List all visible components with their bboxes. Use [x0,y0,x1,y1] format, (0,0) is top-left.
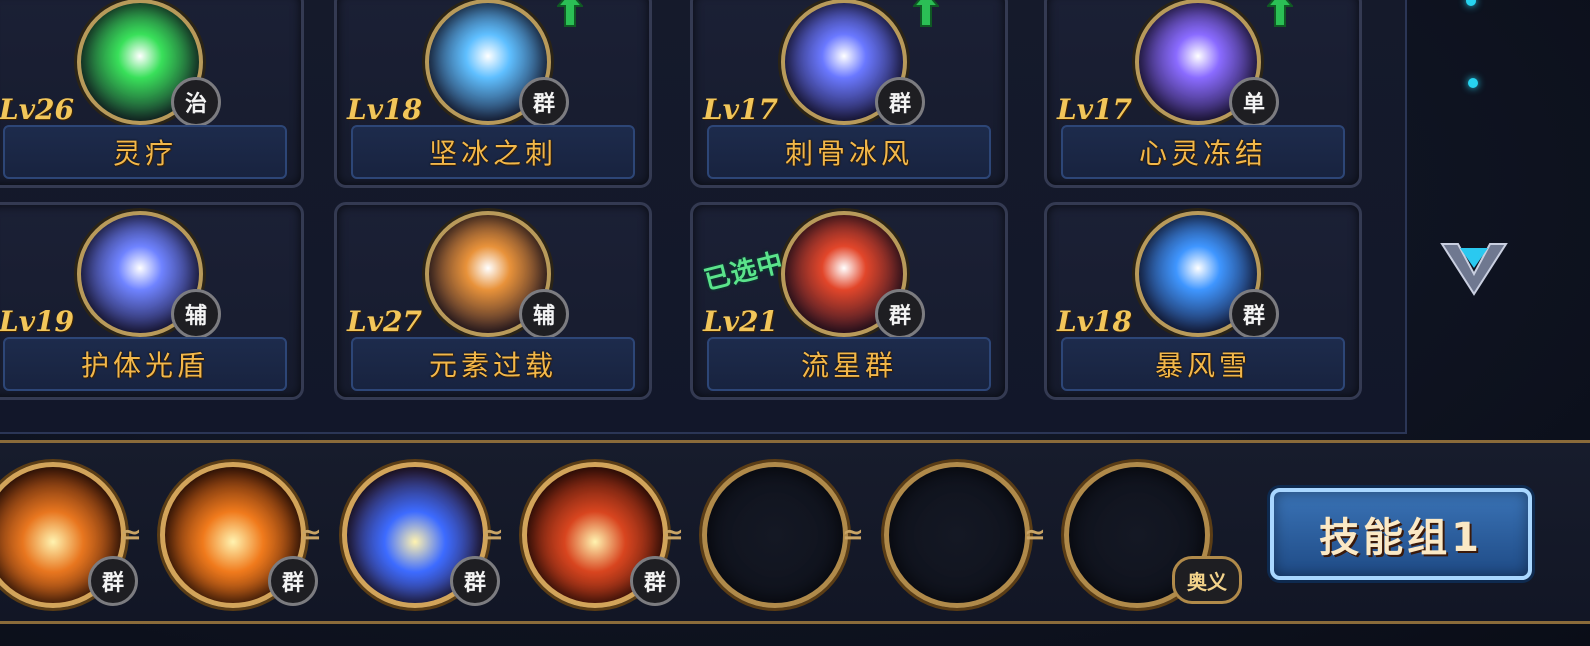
scroll-down-arrow-icon[interactable] [1440,238,1508,298]
skill-type-badge: 群 [630,556,680,606]
skill-name: 灵疗 [3,125,287,179]
selected-tag: 已选中 [701,247,788,297]
skill-card[interactable]: 治 Lv26 灵疗 [0,0,304,188]
skill-type-badge: 群 [519,77,569,127]
skill-group-button[interactable]: 技能组1 [1270,488,1532,580]
empty-skill-slot[interactable] [884,462,1030,608]
skill-level: Lv19 [0,305,74,338]
skill-type-badge: 群 [875,289,925,339]
skill-name: 护体光盾 [3,337,287,391]
empty-skill-slot[interactable] [702,462,848,608]
skill-level: Lv27 [347,305,422,338]
upgrade-arrow-icon [1267,0,1293,27]
scroll-indicator-dot [1468,78,1478,88]
chain-link-icon: ≃ [842,520,864,550]
ultimate-badge: 奥义 [1172,556,1242,604]
skill-type-badge: 单 [1229,77,1279,127]
skill-level: Lv18 [347,93,422,126]
skill-level: Lv18 [1057,305,1132,338]
skill-name: 坚冰之刺 [351,125,635,179]
skill-type-badge: 群 [268,556,318,606]
skill-name: 流星群 [707,337,991,391]
upgrade-arrow-icon [557,0,583,27]
skill-name: 心灵冻结 [1061,125,1345,179]
skill-card[interactable]: 辅 Lv27 元素过载 [334,202,652,400]
skill-type-badge: 群 [450,556,500,606]
skill-type-badge: 群 [875,77,925,127]
skill-card[interactable]: 单 Lv17 心灵冻结 [1044,0,1362,188]
chain-link-icon: ≃ [1024,520,1046,550]
chain-link-icon: ≃ [300,520,322,550]
skill-card[interactable]: 辅 Lv19 护体光盾 [0,202,304,400]
skill-card[interactable]: 群 Lv21 流星群 已选中 [690,202,1008,400]
skill-level: Lv17 [703,93,778,126]
skill-level: Lv17 [1057,93,1132,126]
chain-link-icon: ≃ [482,520,504,550]
skill-card[interactable]: 群 Lv18 暴风雪 [1044,202,1362,400]
skill-type-badge: 群 [1229,289,1279,339]
chain-link-icon: ≃ [662,520,684,550]
skill-card[interactable]: 群 Lv17 刺骨冰风 [690,0,1008,188]
scroll-indicator-dot [1466,0,1476,6]
skill-type-badge: 辅 [519,289,569,339]
chain-link-icon: ≃ [120,520,142,550]
skill-level: Lv21 [703,305,778,338]
skill-type-badge: 治 [171,77,221,127]
skill-card[interactable]: 群 Lv18 坚冰之刺 [334,0,652,188]
skill-name: 暴风雪 [1061,337,1345,391]
skill-name: 刺骨冰风 [707,125,991,179]
skill-name: 元素过载 [351,337,635,391]
skill-type-badge: 辅 [171,289,221,339]
skill-type-badge: 群 [88,556,138,606]
upgrade-arrow-icon [913,0,939,27]
skill-level: Lv26 [0,93,74,126]
